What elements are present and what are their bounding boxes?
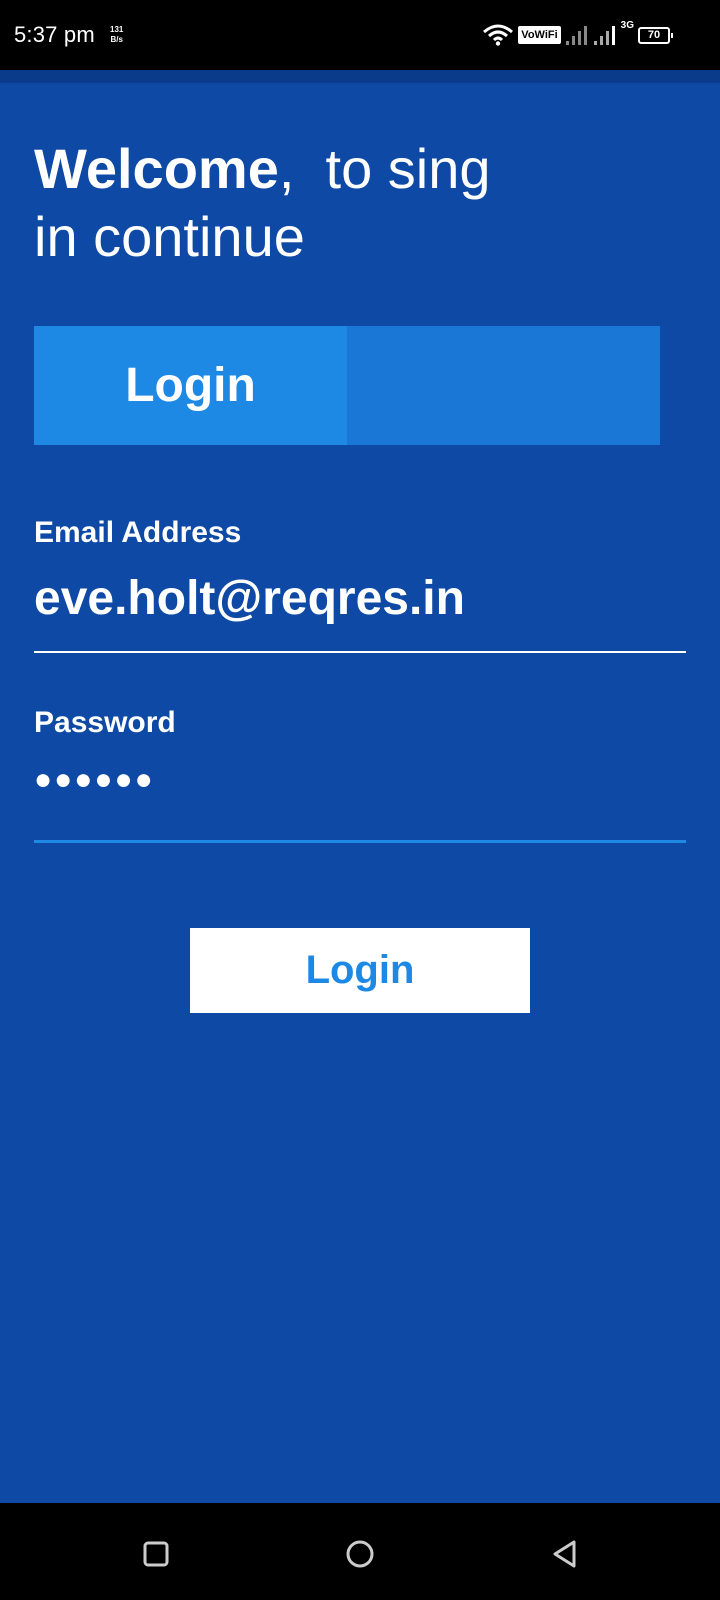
email-label: Email Address	[34, 516, 242, 549]
battery-icon: 70	[638, 26, 673, 44]
circle-icon[interactable]	[345, 1539, 375, 1569]
tab-secondary[interactable]	[347, 326, 660, 445]
email-underline	[34, 651, 686, 653]
password-field[interactable]: ●●●●●●	[34, 763, 686, 797]
email-field[interactable]: eve.holt@reqres.in	[34, 571, 686, 626]
navigation-bar	[0, 1503, 720, 1600]
wifi-icon	[483, 24, 514, 46]
square-icon[interactable]	[141, 1539, 171, 1569]
login-screen: Welcome, to sing in continue Login Email…	[0, 83, 720, 1503]
signal-icon	[593, 26, 615, 45]
password-label: Password	[34, 706, 176, 739]
welcome-bold: Welcome	[34, 137, 279, 200]
status-time: 5:37 pm	[14, 22, 95, 47]
status-icons: VoWiFi 3G 70	[482, 20, 673, 48]
triangle-back-icon[interactable]	[550, 1539, 580, 1569]
network-type: 3G	[620, 20, 634, 31]
signal-icon	[565, 26, 587, 45]
network-speed-unit: B/s	[110, 35, 123, 44]
password-underline	[34, 840, 686, 843]
welcome-rest: , to sing	[278, 137, 491, 200]
welcome-line2: in continue	[34, 205, 305, 268]
network-speed: 131 B/s	[110, 25, 123, 45]
vowifi-badge: VoWiFi	[518, 26, 561, 44]
login-button[interactable]: Login	[190, 928, 530, 1013]
tab-login[interactable]: Login	[34, 326, 347, 445]
network-speed-value: 131	[110, 25, 124, 34]
app-header-strip	[0, 70, 720, 83]
status-bar: 5:37 pm 131 B/s VoWiFi 3G 70	[0, 0, 720, 70]
tab-bar: Login	[34, 326, 660, 445]
welcome-heading: Welcome, to sing in continue	[34, 135, 654, 271]
